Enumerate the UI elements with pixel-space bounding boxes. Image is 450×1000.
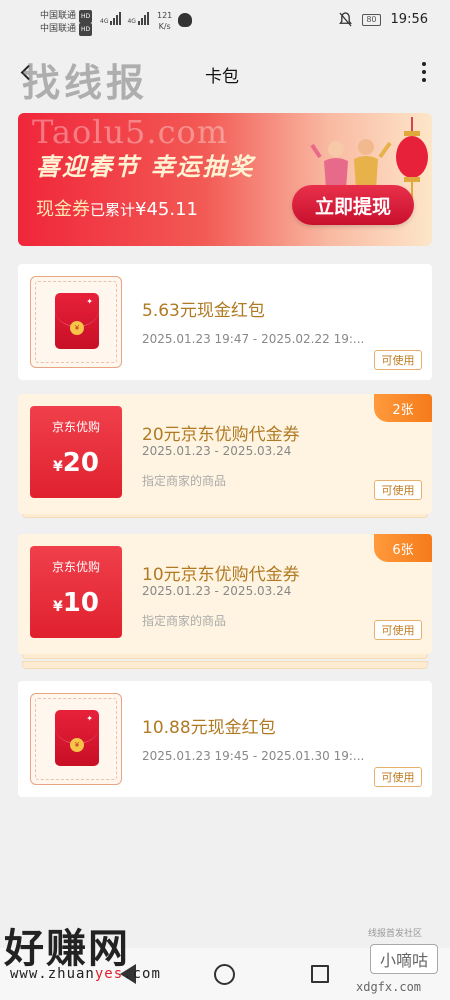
card-title: 10元京东优购代金券 [142,565,300,585]
cash-label: 现金券 [36,199,90,220]
accum-label: 已累计 [90,201,136,219]
bell-off-icon [339,12,353,27]
usable-button[interactable]: 可使用 [374,350,422,370]
currency-symbol: ¥ [53,459,63,475]
notification-app-icon [178,13,192,27]
net-type-1: 4G [100,18,109,25]
coupon-thumb: 京东优购 ¥20 [30,406,122,498]
coupon-card[interactable]: 京东优购 ¥10 6张 10元京东优购代金券 2025.01.23 - 2025… [18,534,432,654]
red-envelope-icon: ✦ ¥ [55,293,99,349]
count-badge: 2张 [374,394,432,422]
nav-home-icon[interactable] [214,964,235,985]
card-title: 10.88元现金红包 [142,718,276,738]
net-type-2: 4G [127,18,136,25]
watermark-box: 小嘀咕 [370,944,438,974]
banner-title: 喜迎春节 幸运抽奖 [36,153,255,181]
coupon-brand: 京东优购 [51,420,100,434]
watermark-url: www.zhuanyes.com [10,966,161,982]
red-envelope-icon: ✦ ¥ [55,710,99,766]
coin-icon: ¥ [70,321,84,335]
card-title: 5.63元现金红包 [142,301,265,321]
speed-value: 121 [157,11,173,20]
more-dot [422,70,426,74]
card-date: 2025.01.23 - 2025.03.24 [142,584,292,598]
cash-accum: 现金券已累计¥45.11 [36,195,198,221]
network-speed: 121 K/s [157,10,172,32]
back-arrow-icon [20,64,36,80]
coupon-value: 10 [62,588,99,618]
usable-button[interactable]: 可使用 [374,620,422,640]
carrier-2: 中国联通 [40,24,77,34]
status-bar: 中国联通 HD 中国联通 HD 4G 4G 121 K/s 80 19:56 [0,0,450,42]
battery-icon: 80 [362,13,381,26]
coin-icon: ¥ [70,738,84,752]
more-options-button[interactable] [412,58,436,86]
speed-unit: K/s [158,22,171,31]
accum-amount: ¥45.11 [135,199,198,220]
card-title: 20元京东优购代金券 [142,425,300,445]
coupon-value: 20 [62,448,99,478]
wm-url-post: .com [123,966,161,982]
promo-banner[interactable]: Taolu5.com 喜迎春节 幸运抽奖 现金券已累计¥45.11 立即提现 [18,113,432,246]
card-date: 2025.01.23 19:47 - 2025.02.22 19:... [142,332,365,346]
coupon-brand: 京东优购 [51,560,100,574]
hd-badge: HD [79,10,93,23]
redpacket-thumb: ✦ ¥ [30,693,122,785]
watermark-community: 线报首发社区 [368,929,423,939]
card-note: 指定商家的商品 [142,474,227,488]
redpacket-card[interactable]: ✦ ¥ 10.88元现金红包 2025.01.23 19:45 - 2025.0… [18,681,432,797]
more-dot [422,78,426,82]
page-title: 卡包 [205,67,239,87]
back-button[interactable] [14,58,38,86]
app-header: 卡包 [0,50,450,94]
coupon-amount: ¥20 [30,448,122,478]
card-date: 2025.01.23 - 2025.03.24 [142,444,292,458]
watermark-banner: Taolu5.com [32,113,229,151]
carrier-1: 中国联通 [40,11,77,21]
watermark-url-2: xdgfx.com [356,980,422,994]
count-badge: 6张 [374,534,432,562]
coupon-card[interactable]: 京东优购 ¥20 2张 20元京东优购代金券 2025.01.23 - 2025… [18,394,432,514]
nav-recent-icon[interactable] [311,965,329,983]
wm-url-pre: www.zhuan [10,966,95,982]
currency-symbol: ¥ [53,599,63,615]
usable-button[interactable]: 可使用 [374,480,422,500]
usable-button[interactable]: 可使用 [374,767,422,787]
redpacket-thumb: ✦ ¥ [30,276,122,368]
more-dot [422,62,426,66]
wm-url-yes: yes [94,966,124,982]
coupon-thumb: 京东优购 ¥10 [30,546,122,638]
clock: 19:56 [390,12,428,27]
stack-edge [22,661,428,669]
card-note: 指定商家的商品 [142,614,227,628]
carrier-info: 中国联通 HD 中国联通 HD [40,10,93,36]
coupon-amount: ¥10 [30,588,122,618]
withdraw-button[interactable]: 立即提现 [292,185,414,225]
card-date: 2025.01.23 19:45 - 2025.01.30 19:... [142,749,365,763]
redpacket-card[interactable]: ✦ ¥ 5.63元现金红包 2025.01.23 19:47 - 2025.02… [18,264,432,380]
signal-icon: 4G 4G [100,12,149,25]
hd-badge: HD [79,23,93,36]
